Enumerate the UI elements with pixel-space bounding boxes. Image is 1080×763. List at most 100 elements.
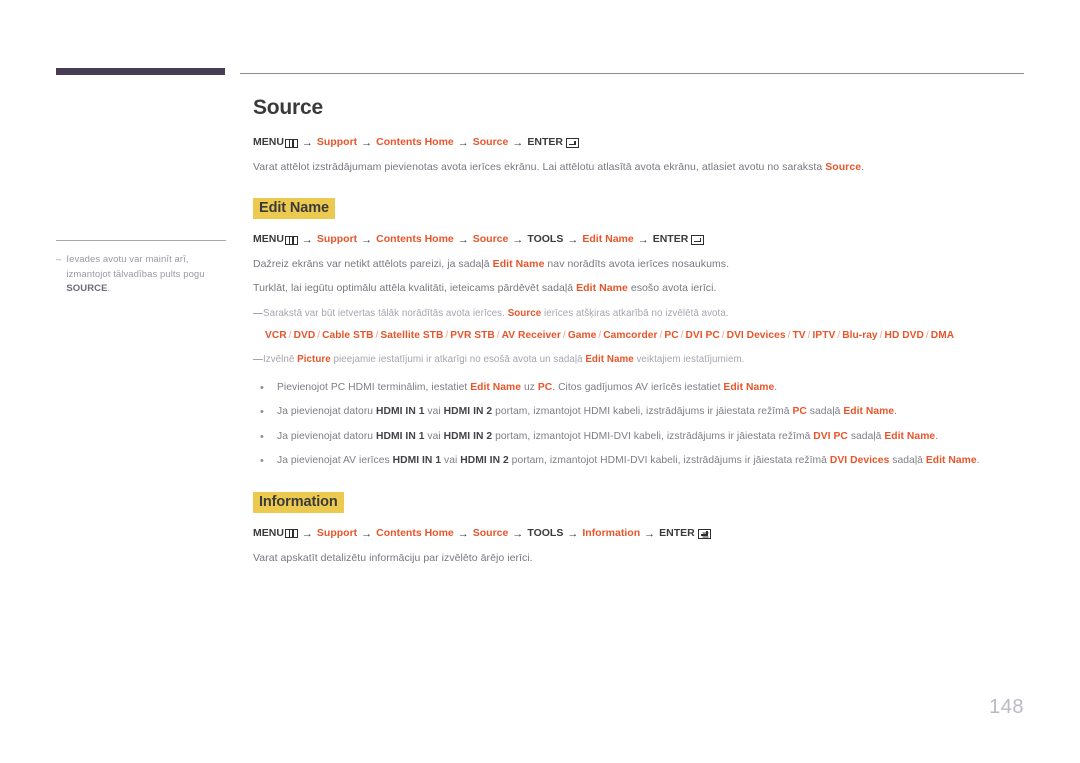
bullet-part-dark: HDMI IN 2 <box>460 455 509 467</box>
bullet-part-accent: DVI PC <box>813 430 848 442</box>
breadcrumb-step-support[interactable]: Support <box>317 527 357 541</box>
arrow-icon: → <box>361 527 373 540</box>
edit-name-heading-wrap: Edit Name <box>253 198 1025 220</box>
bullet-part-accent: Edit Name <box>884 430 936 442</box>
device-item: Satellite STB <box>380 329 444 341</box>
device-item: DMA <box>930 329 955 341</box>
device-separator: / <box>496 329 500 341</box>
bullet-text: Ja pievienojat AV ierīces HDMI IN 1 vai … <box>277 453 1025 470</box>
enter-icon <box>697 528 711 539</box>
subsection-heading-edit-name: Edit Name <box>253 198 336 220</box>
bullet-part-dark: HDMI IN 1 <box>376 406 425 418</box>
edit-name-note: — Izvēlnē Picture pieejamie iestatījumi … <box>253 353 1025 368</box>
bullet-part: Ja pievienojat AV ierīces <box>277 455 393 467</box>
bullet-part: portam, izmantojot HDMI kabeli, izstrādā… <box>492 406 793 418</box>
enter-icon <box>691 235 705 246</box>
device-separator: / <box>787 329 791 341</box>
breadcrumb-step-information[interactable]: Information <box>582 527 640 541</box>
breadcrumb-menu-label: MENU <box>253 233 284 246</box>
dash-marker-icon: — <box>253 353 263 365</box>
breadcrumb-step-edit-name[interactable]: Edit Name <box>582 233 633 247</box>
arrow-icon: → <box>361 234 373 247</box>
arrow-icon: → <box>637 234 649 247</box>
bullet-icon: • <box>260 406 264 419</box>
bullet-part: Pievienojot PC HDMI terminālim, iestatie… <box>277 381 471 393</box>
sidebar-note: – Ievades avotu var mainīt arī, izmantoj… <box>56 253 226 297</box>
supported-device-list: VCR / DVD / Cable STB / Satellite STB / PVR STB /… <box>253 328 1025 343</box>
device-separator: / <box>317 329 321 341</box>
device-separator: / <box>807 329 811 341</box>
device-separator: / <box>925 329 929 341</box>
arrow-icon: → <box>512 234 524 247</box>
breadcrumb-step-tools[interactable]: TOOLS <box>527 527 563 541</box>
breadcrumb-edit-name: MENU → Support → Contents Home → Source … <box>253 233 1025 247</box>
edit-name-paragraph-accent: Edit Name <box>576 282 628 295</box>
bullet-text: Pievienojot PC HDMI terminālim, iestatie… <box>277 380 1025 397</box>
edit-name-paragraph-after: esošo avota ierīci. <box>627 282 717 295</box>
header-divider-rule <box>240 73 1024 74</box>
breadcrumb-step-support[interactable]: Support <box>317 233 357 247</box>
bullet-part: . <box>894 406 898 418</box>
sidebar-note-text-before: Ievades avotu var mainīt arī, izmantojot… <box>66 254 205 280</box>
information-description: Varat apskatīt detalizētu informāciju pa… <box>253 551 533 564</box>
device-item: PVR STB <box>450 329 495 341</box>
breadcrumb-step-tools[interactable]: TOOLS <box>527 233 563 247</box>
device-separator: / <box>445 329 449 341</box>
bullet-text: Ja pievienojat datoru HDMI IN 1 vai HDMI… <box>277 404 1025 421</box>
bullet-part: Ja pievienojat datoru <box>277 406 376 418</box>
bullet-part-accent: Edit Name <box>843 406 895 418</box>
edit-name-paragraph: Turklāt, lai iegūtu optimālu attēla kval… <box>253 281 1025 297</box>
bullet-part-accent: DVI Devices <box>829 455 890 467</box>
source-description-after: . <box>861 161 865 174</box>
note-text-middle: pieejamie iestatījumi ir atkarīgi no eso… <box>330 353 586 365</box>
arrow-icon: → <box>457 137 469 149</box>
device-item: HD DVD <box>884 329 924 341</box>
breadcrumb-information: MENU → Support → Contents Home → Source … <box>253 527 1025 541</box>
menu-icon <box>284 235 298 245</box>
bullet-part: sadaļā <box>847 430 885 442</box>
enter-icon <box>565 138 579 149</box>
breadcrumb-step-support[interactable]: Support <box>317 136 357 150</box>
edit-name-note-body: Sarakstā var būt ietvertas tālāk norādīt… <box>263 307 1025 322</box>
subsection-heading-information: Information <box>253 491 344 513</box>
bullet-part-dark: HDMI IN 2 <box>443 430 493 442</box>
bullet-part-accent: Edit Name <box>723 381 775 393</box>
note-text-before: Sarakstā var būt ietvertas tālāk norādīt… <box>263 307 508 319</box>
device-separator: / <box>562 329 566 341</box>
main-content: Source MENU → Support → Contents Home → … <box>253 96 1025 567</box>
device-item: AV Receiver <box>501 329 561 341</box>
arrow-icon: → <box>644 527 656 540</box>
bullet-part: . <box>976 455 980 467</box>
bullet-icon: • <box>260 381 264 394</box>
device-item: DVI Devices <box>726 329 786 341</box>
arrow-icon: → <box>512 137 524 149</box>
source-description-before: Varat attēlot izstrādājumam pievienotas … <box>253 161 826 174</box>
breadcrumb-step-contents-home[interactable]: Contents Home <box>376 136 454 150</box>
edit-name-note: — Sarakstā var būt ietvertas tālāk norād… <box>253 307 1025 322</box>
breadcrumb-menu-label: MENU <box>253 526 284 539</box>
breadcrumb-step-source[interactable]: Source <box>473 527 509 541</box>
bullet-part-dark: HDMI IN 1 <box>392 455 442 467</box>
breadcrumb-step-source[interactable]: Source <box>473 136 509 150</box>
breadcrumb-step-contents-home[interactable]: Contents Home <box>376 527 454 541</box>
device-separator: / <box>659 329 663 341</box>
edit-name-paragraph-before: Dažreiz ekrāns var netikt attēlots parei… <box>253 258 493 271</box>
bullet-part: vai <box>424 430 444 442</box>
page-number: 148 <box>989 696 1024 718</box>
bullet-part-accent: Edit Name <box>470 381 522 393</box>
arrow-icon: → <box>457 234 469 247</box>
bullet-part-dark: HDMI IN 1 <box>376 430 425 442</box>
bullet-icon: • <box>260 455 264 468</box>
device-separator: / <box>288 329 292 341</box>
dash-marker-icon: – <box>56 254 62 265</box>
arrow-icon: → <box>361 137 373 149</box>
bullet-part-dark: HDMI IN 2 <box>443 406 493 418</box>
bullet-part: portam, izmantojot HDMI-DVI kabeli, izst… <box>508 455 830 467</box>
bullet-part: . Citos gadījumos AV ierīcēs iestatiet <box>552 381 724 393</box>
breadcrumb-enter-label: ENTER <box>659 526 695 539</box>
device-item: Camcorder <box>603 329 658 341</box>
breadcrumb-step-source[interactable]: Source <box>473 233 509 247</box>
breadcrumb-step-contents-home[interactable]: Contents Home <box>376 233 454 247</box>
edit-name-paragraph: Dažreiz ekrāns var netikt attēlots parei… <box>253 257 1025 273</box>
bullet-part: vai <box>441 455 461 467</box>
